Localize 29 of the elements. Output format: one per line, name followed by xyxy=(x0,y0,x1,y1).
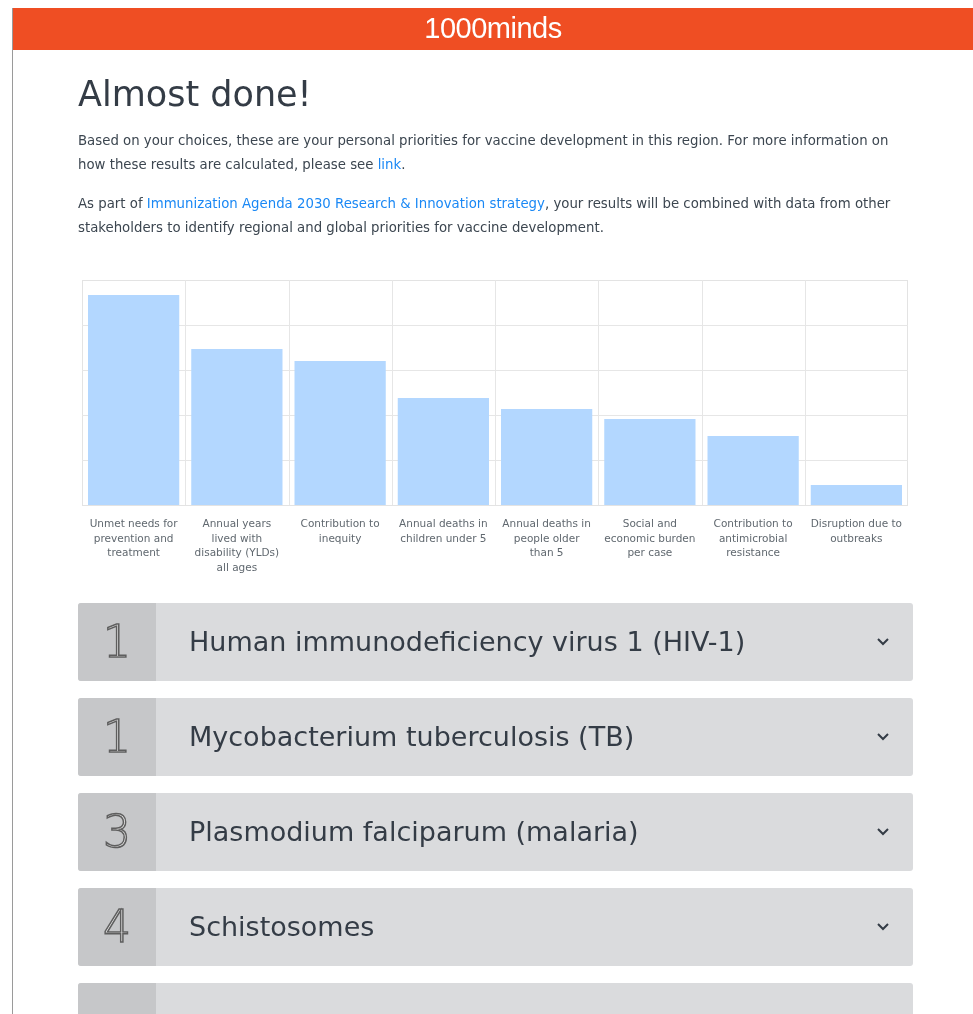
result-item[interactable]: 4 Schistosomes xyxy=(78,888,913,966)
result-item[interactable]: 3 Plasmodium falciparum (malaria) xyxy=(78,793,913,871)
result-title: Plasmodium falciparum (malaria) xyxy=(189,814,640,849)
result-item[interactable]: 1 Human immunodeficiency virus 1 (HIV-1) xyxy=(78,603,913,681)
rank-number: 3 xyxy=(78,793,156,871)
axis-label: Contribution to antimicrobial resistance xyxy=(712,516,794,560)
axis-label: Unmet needs for prevention and treatment xyxy=(88,516,179,560)
axis-label: Annual years lived with disability (YLDs) all ages xyxy=(193,516,281,574)
axis-label: Annual deaths in people older than 5 xyxy=(501,516,592,560)
rank-number: 1 xyxy=(78,698,156,776)
result-title: Schistosomes xyxy=(189,909,376,944)
result-title: Human immunodeficiency virus 1 (HIV-1) xyxy=(189,624,747,659)
chevron-icon[interactable] xyxy=(877,828,889,836)
paragraph: Based on your choices, these are your personal priorities for vaccine development in this region. For more information on how these results are calculated, please see link. xyxy=(78,132,890,174)
paragraph: As part of Immunization Agenda 2030 Research & Innovation strategy, your results will be combined with data from other stakeholders to identify regional and global priorities for vaccine development. xyxy=(78,195,892,237)
chevron-icon[interactable] xyxy=(877,923,889,931)
logo: 1000minds xyxy=(424,11,562,47)
axis-label: Disruption due to outbreaks xyxy=(809,516,903,546)
axis-label: Contribution to inequity xyxy=(299,516,381,546)
chevron-icon[interactable] xyxy=(877,638,889,646)
rank-number: 4 xyxy=(78,888,156,966)
text-link[interactable]: Immunization Agenda 2030 Research & Innovation strategy xyxy=(146,196,545,211)
result-item[interactable]: 1 Mycobacterium tuberculosis (TB) xyxy=(78,698,913,776)
result-title: Mycobacterium tuberculosis (TB) xyxy=(189,719,636,754)
axis-label: Annual deaths in children under 5 xyxy=(398,516,489,546)
page-heading: Almost done! xyxy=(78,73,313,115)
rank-number: 1 xyxy=(78,603,156,681)
axis-label: Social and economic burden per case xyxy=(603,516,697,560)
chevron-icon[interactable] xyxy=(877,733,889,741)
